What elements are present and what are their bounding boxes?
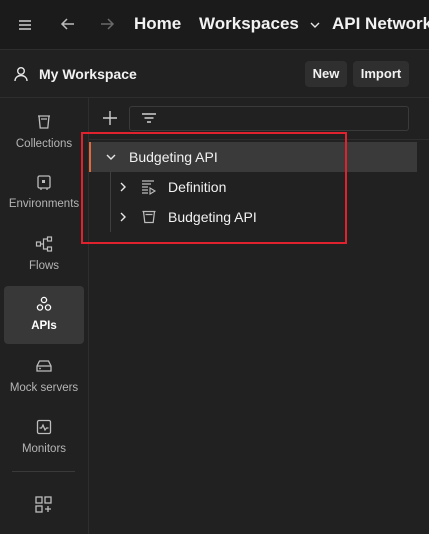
tree-item-label: Budgeting API (168, 209, 257, 225)
collections-icon (35, 113, 53, 131)
rail-divider (12, 471, 75, 472)
import-button[interactable]: Import (353, 61, 409, 87)
rail-label-collections: Collections (15, 138, 73, 150)
monitors-icon (35, 418, 53, 436)
apis-sidebar-pane: Budgeting API Definition Budgeting API (89, 98, 429, 534)
flows-icon (35, 235, 53, 253)
rail-label-mock-servers: Mock servers (9, 382, 79, 394)
tree-item-label: Definition (168, 179, 227, 195)
rail-item-apis[interactable]: APIs (4, 286, 84, 344)
menu-icon[interactable] (16, 16, 34, 34)
rail-label-environments: Environments (8, 198, 80, 210)
workspace-title[interactable]: My Workspace (39, 66, 137, 82)
rail-item-flows[interactable]: Flows (4, 226, 84, 284)
back-arrow-icon[interactable] (59, 15, 77, 33)
apis-icon (35, 295, 53, 313)
top-bar: Home Workspaces API Network (0, 0, 429, 50)
nav-workspaces-label: Workspaces (199, 14, 299, 33)
new-button[interactable]: New (305, 61, 347, 87)
tree-item-label: Budgeting API (129, 149, 218, 165)
configure-workspace-icon[interactable] (34, 495, 54, 515)
tree-item-definition[interactable]: Definition (89, 172, 417, 202)
nav-home[interactable]: Home (134, 14, 181, 34)
definition-icon (141, 179, 157, 195)
pane-divider (89, 139, 429, 140)
tree-item-budgeting-api-collection[interactable]: Budgeting API (89, 202, 417, 232)
rail-label-monitors: Monitors (21, 443, 67, 455)
chevron-down-icon (310, 20, 320, 30)
rail-item-mock-servers[interactable]: Mock servers (4, 348, 84, 406)
environments-icon (35, 173, 53, 191)
nav-workspaces[interactable]: Workspaces (199, 14, 320, 34)
filter-icon[interactable] (141, 111, 157, 127)
user-icon (12, 65, 30, 83)
workspace-header: My Workspace New Import (0, 50, 429, 98)
postman-app: Home Workspaces API Network My Workspace… (0, 0, 429, 534)
forward-arrow-icon[interactable] (98, 15, 116, 33)
chevron-down-icon[interactable] (105, 151, 117, 163)
left-sidebar-rail: Collections Environments Flows APIs Mock… (0, 98, 89, 534)
add-icon[interactable] (101, 109, 119, 127)
rail-item-collections[interactable]: Collections (4, 104, 84, 162)
rail-item-monitors[interactable]: Monitors (4, 409, 84, 467)
rail-label-flows: Flows (28, 260, 60, 272)
rail-label-apis: APIs (31, 320, 57, 332)
nav-api-network[interactable]: API Network (332, 14, 429, 34)
tree-item-budgeting-api[interactable]: Budgeting API (89, 142, 417, 172)
chevron-right-icon[interactable] (117, 181, 129, 193)
mock-servers-icon (35, 357, 53, 375)
chevron-right-icon[interactable] (117, 211, 129, 223)
collection-icon (141, 209, 157, 225)
rail-item-environments[interactable]: Environments (4, 164, 84, 222)
filter-search-box[interactable] (129, 106, 409, 131)
